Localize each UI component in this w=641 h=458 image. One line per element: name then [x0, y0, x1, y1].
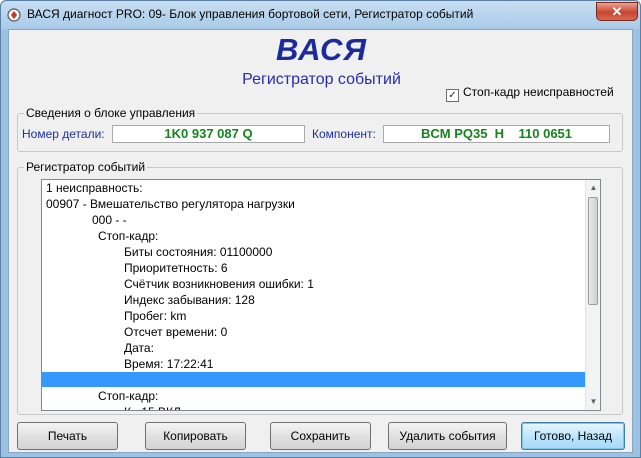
checkbox-checked-icon[interactable]: ✓: [446, 89, 459, 102]
event-log-line[interactable]: Стоп-кадр:: [98, 228, 158, 244]
component-field[interactable]: BCM PQ35 H 110 0651: [383, 125, 610, 143]
close-icon: ✕: [611, 4, 623, 19]
event-log-line[interactable]: К= 15 ВКЛ: [124, 404, 181, 410]
scroll-down-icon[interactable]: ▼: [587, 394, 600, 410]
part-number-label: Номер детали:: [22, 127, 105, 141]
event-log-line[interactable]: 00907 - Вмешательство регулятора нагрузк…: [46, 196, 295, 212]
event-log-line[interactable]: Время: 17:22:41: [124, 356, 213, 372]
component-label: Компонент:: [312, 127, 376, 141]
freeze-frame-checkbox[interactable]: ✓ Стоп-кадр неисправностей: [446, 85, 614, 102]
copy-button[interactable]: Копировать: [145, 422, 246, 450]
main-panel: ВАСЯ Регистратор событий ✓ Стоп-кадр неис…: [8, 29, 633, 453]
title-bar[interactable]: ВАСЯ диагност PRO: 09- Блок управления б…: [1, 1, 640, 29]
event-log-line[interactable]: Индекс забывания: 128: [124, 292, 255, 308]
event-log-line[interactable]: Приоритетность: 6: [124, 260, 228, 276]
print-button[interactable]: Печать: [17, 422, 118, 450]
part-number-field[interactable]: 1K0 937 087 Q: [112, 125, 305, 143]
event-log-line[interactable]: Стоп-кадр:: [98, 388, 158, 404]
vertical-scrollbar[interactable]: ▲ ▼: [585, 180, 600, 410]
event-log-line[interactable]: Отсчет времени: 0: [124, 324, 227, 340]
event-log-line[interactable]: Дата:: [124, 340, 154, 356]
event-log-line[interactable]: Пробег: km: [124, 308, 186, 324]
event-log-line[interactable]: 1 неисправность:: [46, 180, 143, 196]
event-log-line[interactable]: 000 - -: [92, 212, 127, 228]
event-log-line[interactable]: Счётчик возникновения ошибки: 1: [124, 276, 314, 292]
app-window: ВАСЯ диагност PRO: 09- Блок управления б…: [0, 0, 641, 458]
save-button[interactable]: Сохранить: [270, 422, 371, 450]
close-button[interactable]: ✕: [596, 2, 638, 21]
control-unit-group-label: Сведения о блоке управления: [24, 106, 198, 120]
app-icon: [7, 8, 21, 22]
event-log-group-label: Регистратор событий: [24, 160, 148, 174]
selected-row-highlight: [42, 372, 585, 387]
event-log-list[interactable]: 1 неисправность: 00907 - Вмешательство ре…: [41, 179, 601, 411]
window-title: ВАСЯ диагност PRO: 09- Блок управления б…: [27, 7, 474, 21]
event-log-line[interactable]: Биты состояния: 01100000: [124, 244, 272, 260]
done-back-button[interactable]: Готово, Назад: [521, 422, 625, 450]
scroll-up-icon[interactable]: ▲: [587, 180, 600, 196]
delete-events-button[interactable]: Удалить события: [388, 422, 507, 450]
scroll-thumb[interactable]: [588, 197, 598, 305]
freeze-frame-label: Стоп-кадр неисправностей: [463, 85, 614, 99]
app-logo: ВАСЯ: [275, 32, 368, 67]
